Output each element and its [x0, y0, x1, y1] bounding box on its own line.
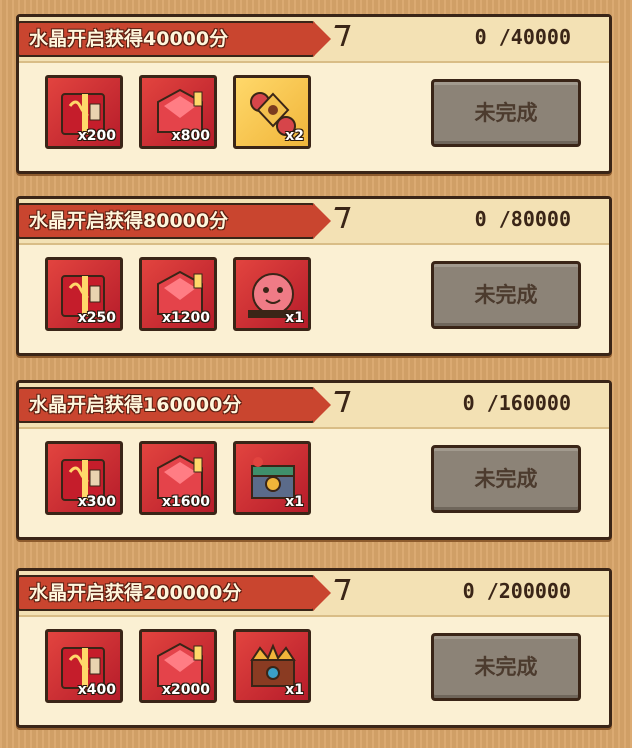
task-progress: 0 /40000 [474, 25, 571, 49]
incomplete-button[interactable]: 未完成 [431, 261, 581, 329]
incomplete-button[interactable]: 未完成 [431, 633, 581, 701]
reward-list: x300 x1600 x1 [45, 441, 311, 515]
incomplete-button[interactable]: 未完成 [431, 79, 581, 147]
reward-list: x250 x1200 x1 [45, 257, 311, 331]
reward-quantity: x1 [285, 310, 304, 326]
red-chest-icon[interactable]: x400 [45, 629, 123, 703]
reward-list: x200 x800 x2 [45, 75, 311, 149]
red-chest-icon[interactable]: x200 [45, 75, 123, 149]
red-gem-pack-icon[interactable]: x1600 [139, 441, 217, 515]
reward-quantity: x800 [171, 128, 210, 144]
red-gem-pack-icon[interactable]: x800 [139, 75, 217, 149]
task-card: 水晶开启获得160000分 0 /160000 x300 x1600 x1 未完… [16, 380, 612, 540]
incomplete-button[interactable]: 未完成 [431, 445, 581, 513]
task-card: 水晶开启获得200000分 0 /200000 x400 x2000 x1 未完… [16, 568, 612, 728]
reward-quantity: x200 [77, 128, 116, 144]
task-card: 水晶开启获得40000分 0 /40000 x200 x800 x2 未完成 [16, 14, 612, 174]
red-chest-icon[interactable]: x300 [45, 441, 123, 515]
task-title: 水晶开启获得40000分 [17, 21, 351, 57]
pink-creature-icon[interactable]: x1 [233, 257, 311, 331]
task-progress: 0 /160000 [462, 391, 571, 415]
reward-quantity: x1 [285, 682, 304, 698]
reward-quantity: x2000 [162, 682, 210, 698]
task-progress: 0 /200000 [462, 579, 571, 603]
reward-quantity: x2 [285, 128, 304, 144]
gold-token-icon[interactable]: x2 [233, 75, 311, 149]
task-title: 水晶开启获得200000分 [17, 575, 351, 611]
red-chest-icon[interactable]: x250 [45, 257, 123, 331]
reward-quantity: x300 [77, 494, 116, 510]
task-title: 水晶开启获得160000分 [17, 387, 351, 423]
red-gem-pack-icon[interactable]: x1200 [139, 257, 217, 331]
treasure-box-icon[interactable]: x1 [233, 441, 311, 515]
reward-quantity: x400 [77, 682, 116, 698]
red-gem-pack-icon[interactable]: x2000 [139, 629, 217, 703]
reward-quantity: x1 [285, 494, 304, 510]
reward-list: x400 x2000 x1 [45, 629, 311, 703]
golden-crown-chest-icon[interactable]: x1 [233, 629, 311, 703]
task-card: 水晶开启获得80000分 0 /80000 x250 x1200 x1 未完成 [16, 196, 612, 356]
task-progress: 0 /80000 [474, 207, 571, 231]
reward-quantity: x250 [77, 310, 116, 326]
reward-quantity: x1200 [162, 310, 210, 326]
reward-quantity: x1600 [162, 494, 210, 510]
task-title: 水晶开启获得80000分 [17, 203, 351, 239]
